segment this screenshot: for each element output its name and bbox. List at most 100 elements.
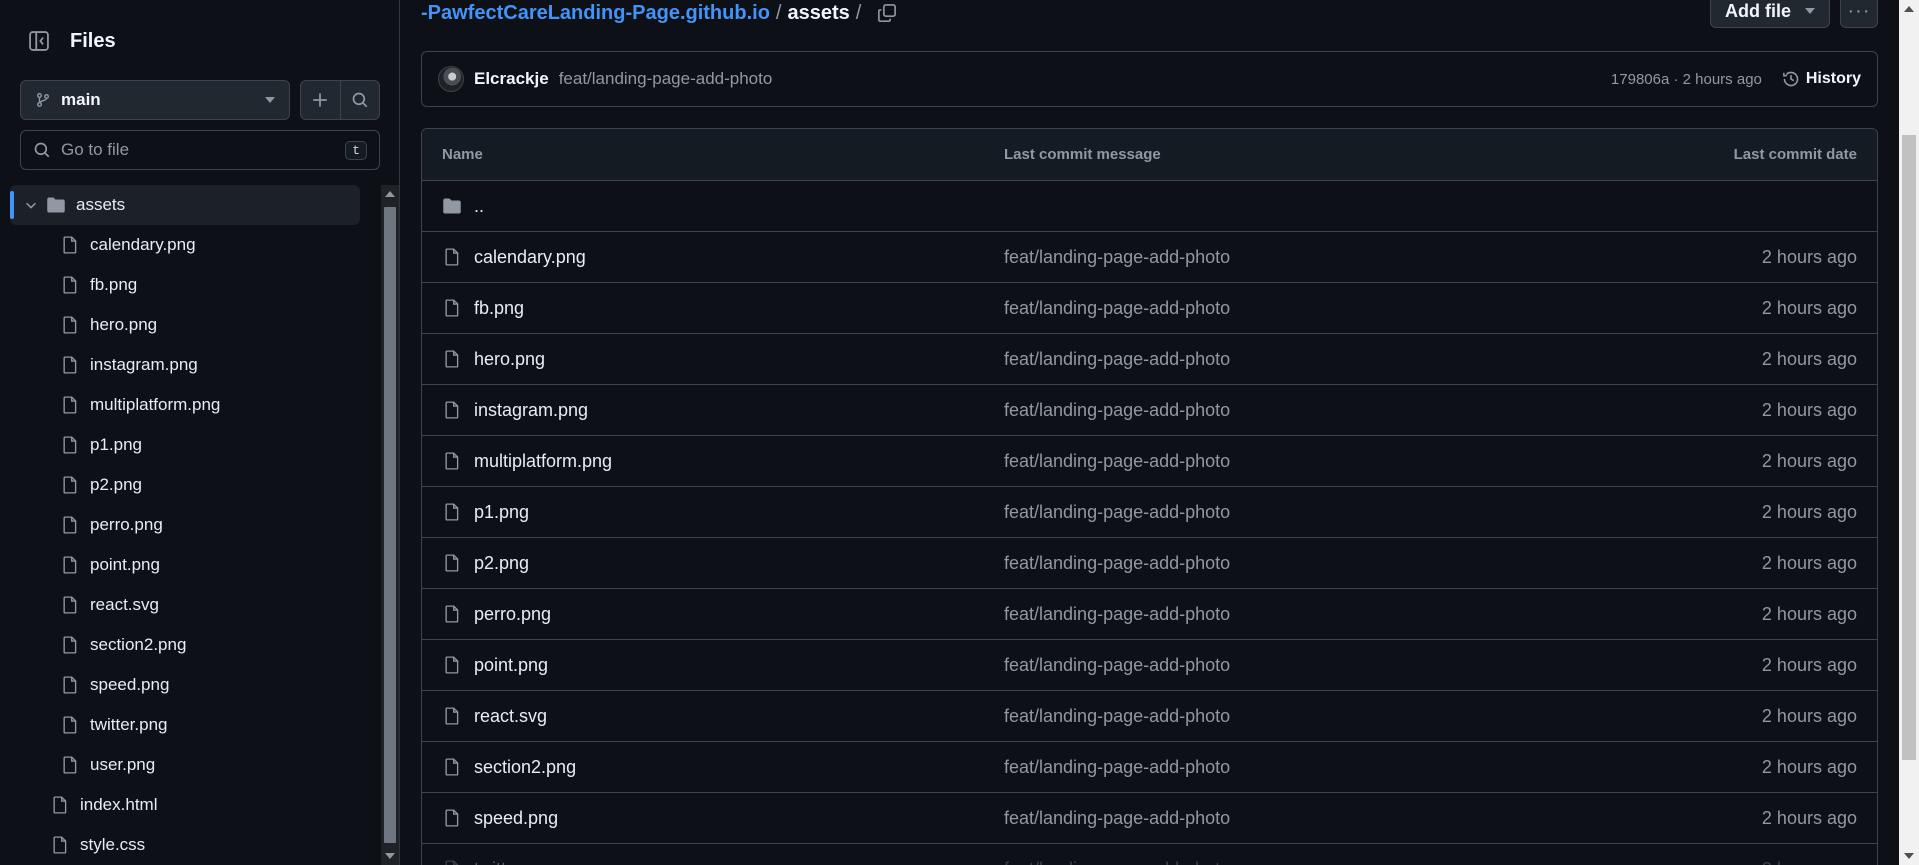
add-file-button[interactable]: Add file (1710, 0, 1830, 28)
breadcrumb-repo-link[interactable]: -PawfectCareLanding-Page.github.io (421, 2, 770, 25)
scroll-down-arrow[interactable] (1904, 853, 1914, 859)
commit-message-link[interactable]: feat/landing-page-add-photo (1004, 349, 1617, 370)
commit-author[interactable]: Elcrackje (474, 69, 549, 89)
table-row[interactable]: fb.png feat/landing-page-add-photo 2 hours… (422, 283, 1877, 334)
tree-file-item[interactable]: perro.png (0, 505, 380, 545)
table-row[interactable]: section2.png feat/landing-page-add-photo 2… (422, 742, 1877, 793)
table-row[interactable]: p2.png feat/landing-page-add-photo 2 hours… (422, 538, 1877, 589)
file-icon (60, 355, 80, 375)
file-name-link[interactable]: hero.png (474, 349, 545, 370)
commit-message-link[interactable]: feat/landing-page-add-photo (1004, 706, 1617, 727)
file-name-link[interactable]: instagram.png (474, 400, 588, 421)
file-icon (442, 809, 462, 827)
tree-file-item[interactable]: multiplatform.png (0, 385, 380, 425)
tree-file-item[interactable]: user.png (0, 745, 380, 785)
commit-message-link[interactable]: feat/landing-page-add-photo (1004, 298, 1617, 319)
file-name-link[interactable]: twitt (474, 859, 506, 865)
table-row[interactable]: twitt feat/landing-page-add-photo2 hours … (422, 844, 1877, 865)
tree-item-label: section2.png (90, 635, 187, 654)
tree-folder-assets[interactable]: assets (10, 185, 360, 225)
file-name-link[interactable]: section2.png (474, 757, 576, 778)
table-row[interactable]: perro.png feat/landing-page-add-photo 2 ho… (422, 589, 1877, 640)
file-name-link[interactable]: calendary.png (474, 247, 586, 268)
file-icon (60, 595, 80, 615)
commit-message-link[interactable]: feat/landing-page-add-photo (1004, 604, 1617, 625)
tree-item-label: user.png (90, 755, 156, 774)
tree-file-item[interactable]: calendary.png (0, 225, 380, 265)
sidebar-collapse-icon[interactable] (20, 22, 58, 60)
scroll-up-arrow[interactable] (1904, 6, 1914, 12)
file-name-link[interactable]: point.png (474, 655, 548, 676)
search-files-button[interactable] (339, 81, 380, 119)
commit-message-link[interactable]: feat/landing-page-add-photo (1004, 553, 1617, 574)
copy-icon[interactable] (877, 3, 897, 23)
tree-file-item[interactable]: twitter.png (0, 705, 380, 745)
page-scrollbar[interactable] (1899, 0, 1919, 865)
tree-file-item[interactable]: react.svg (0, 585, 380, 625)
tree-file-item[interactable]: point.png (0, 545, 380, 585)
scrollbar-thumb[interactable] (1902, 135, 1916, 760)
tree-file-item[interactable]: index.html (0, 785, 380, 825)
sidebar-scrollbar[interactable] (381, 185, 399, 865)
file-icon (442, 350, 462, 368)
file-name-link[interactable]: p2.png (474, 553, 529, 574)
table-row[interactable]: p1.png feat/landing-page-add-photo 2 hours… (422, 487, 1877, 538)
commit-date: 2 hours ago (1761, 654, 1857, 675)
avatar[interactable] (438, 66, 464, 92)
go-to-file-field[interactable]: t (20, 130, 380, 170)
commit-message-link[interactable]: feat/landing-page-add-photo (1004, 247, 1617, 268)
history-label: History (1805, 70, 1861, 87)
folder-icon (442, 197, 462, 215)
file-tree-sidebar: Files main t assets calendary.p (0, 0, 400, 865)
file-icon (442, 299, 462, 317)
table-row[interactable]: multiplatform.png feat/landing-page-add-p… (422, 436, 1877, 487)
tree-item-label: instagram.png (90, 355, 198, 374)
parent-directory-row[interactable]: .. (422, 181, 1877, 232)
tree-file-item[interactable]: p1.png (0, 425, 380, 465)
scroll-down-arrow[interactable] (385, 853, 395, 859)
file-name-link[interactable]: speed.png (474, 808, 558, 829)
table-row[interactable]: speed.png feat/landing-page-add-photo 2 ho… (422, 793, 1877, 844)
more-options-button[interactable]: ··· (1840, 0, 1878, 28)
column-header-message: Last commit message (1004, 146, 1161, 163)
parent-directory-link[interactable]: .. (474, 196, 484, 217)
commit-message-link[interactable]: feat/landing-page-add-photo (1004, 757, 1617, 778)
commit-message-link[interactable]: feat/landing-page-add-photo (1004, 655, 1617, 676)
tree-file-item[interactable]: speed.png (0, 665, 380, 705)
table-row[interactable]: instagram.png feat/landing-page-add-photo… (422, 385, 1877, 436)
file-icon (60, 315, 80, 335)
scroll-up-arrow[interactable] (385, 191, 395, 197)
file-name-link[interactable]: fb.png (474, 298, 524, 319)
commit-message-link[interactable]: feat/landing-page-add-photo (1004, 400, 1617, 421)
file-icon (50, 835, 70, 855)
history-button[interactable]: History (1782, 70, 1861, 88)
commit-message-link[interactable]: feat/landing-page-add-photo (1004, 808, 1617, 829)
chevron-down-icon (1805, 8, 1815, 14)
tree-file-item[interactable]: section2.png (0, 625, 380, 665)
add-file-button[interactable] (301, 81, 340, 119)
table-row[interactable]: calendary.png feat/landing-page-add-photo… (422, 232, 1877, 283)
tree-item-label: hero.png (90, 315, 158, 334)
chevron-down-icon[interactable] (24, 198, 38, 212)
tree-file-item[interactable]: p2.png (0, 465, 380, 505)
tree-file-item[interactable]: fb.png (0, 265, 380, 305)
tree-file-item[interactable]: style.css (0, 825, 380, 865)
branch-selector[interactable]: main (20, 80, 290, 120)
file-name-link[interactable]: perro.png (474, 604, 551, 625)
scrollbar-thumb[interactable] (384, 207, 396, 843)
file-name-link[interactable]: multiplatform.png (474, 451, 612, 472)
commit-message-link[interactable]: feat/landing-page-add-photo (1004, 502, 1617, 523)
commit-message-link[interactable]: feat/landing-page-add-photo (1004, 451, 1617, 472)
tree-file-item[interactable]: instagram.png (0, 345, 380, 385)
table-row[interactable]: point.png feat/landing-page-add-photo 2 ho… (422, 640, 1877, 691)
tree-file-item[interactable]: hero.png (0, 305, 380, 345)
file-name-link[interactable]: react.svg (474, 706, 547, 727)
table-row[interactable]: react.svg feat/landing-page-add-photo 2 ho… (422, 691, 1877, 742)
commit-meta[interactable]: 179806a · 2 hours ago (1611, 71, 1762, 88)
go-to-file-input[interactable] (61, 140, 346, 160)
table-row[interactable]: hero.png feat/landing-page-add-photo 2 hou… (422, 334, 1877, 385)
file-name-link[interactable]: p1.png (474, 502, 529, 523)
commit-message-link[interactable]: feat/landing-page-add-photo (1004, 859, 1617, 865)
commit-date: 2 hours ago (1761, 552, 1857, 573)
commit-message[interactable]: feat/landing-page-add-photo (559, 69, 1611, 89)
